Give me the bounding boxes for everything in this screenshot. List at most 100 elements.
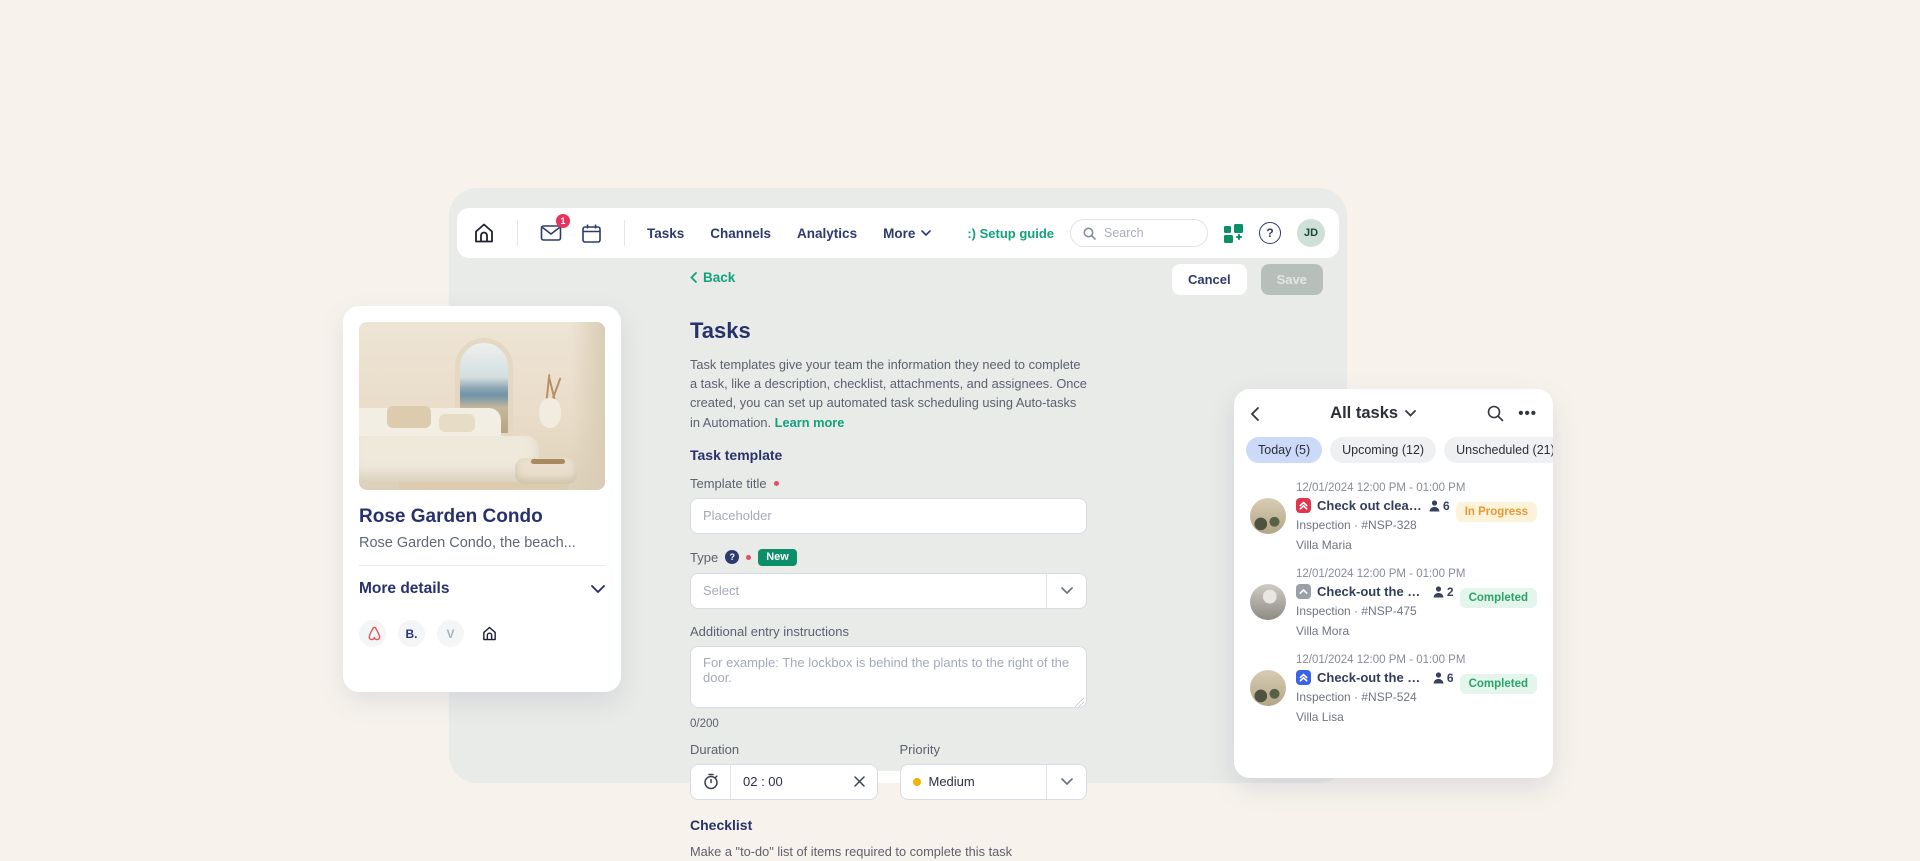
assignee-number: 6 [1447,671,1454,685]
tab-unscheduled[interactable]: Unscheduled (21) [1444,437,1553,463]
tasks-panel-header: All tasks ••• [1234,389,1553,433]
priority-urgent-icon [1296,498,1311,513]
learn-more-link[interactable]: Learn more [775,415,845,430]
assignee-count: 6 [1429,499,1450,513]
property-title: Rose Garden Condo [359,506,605,528]
priority-normal-icon [1296,584,1311,599]
help-icon[interactable]: ? [1259,222,1281,244]
property-thumbnail [1250,670,1286,706]
assignee-number: 6 [1443,499,1450,513]
duration-value: 02 : 00 [731,774,842,789]
assignee-count: 6 [1433,671,1454,685]
calendar-icon[interactable] [578,220,604,246]
task-datetime: 12/01/2024 12:00 PM - 01:00 PM [1296,568,1537,580]
type-select[interactable]: Select [690,573,1087,609]
task-title: Check-out the apart... [1317,584,1427,599]
more-details-label: More details [359,580,449,598]
booking-label: B. [406,627,418,641]
priority-value-wrap: Medium [901,774,1047,789]
info-icon[interactable]: ? [725,550,739,564]
task-datetime: 12/01/2024 12:00 PM - 01:00 PM [1296,482,1537,494]
back-button[interactable]: Back [690,270,735,285]
status-badge: Completed [1460,674,1537,694]
nav-item-tasks[interactable]: Tasks [647,226,684,241]
section-title: Task template [690,447,1087,463]
task-title: Check-out the apart... [1317,670,1427,685]
duration-priority-row: Duration 02 : 00 Priority [690,742,1087,800]
instructions-label: Additional entry instructions [690,624,849,639]
assignee-count: 2 [1433,585,1454,599]
divider [359,565,605,566]
char-counter: 0/200 [690,718,1087,730]
priority-value: Medium [929,774,975,789]
type-label-row: Type ? New [690,549,1087,566]
nav-menu: Tasks Channels Analytics More [647,226,931,241]
template-title-input[interactable] [690,498,1087,534]
page-title: Tasks [690,318,1087,344]
all-tasks-dropdown[interactable]: All tasks [1259,404,1487,423]
user-avatar[interactable]: JD [1297,219,1325,247]
checklist-title: Checklist [690,817,1087,833]
task-list-item[interactable]: 12/01/2024 12:00 PM - 01:00 PM Check-out… [1234,559,1553,645]
person-icon [1433,672,1444,684]
search-input[interactable] [1104,226,1194,240]
instructions-textarea-wrap [690,646,1087,713]
apps-grid-icon[interactable] [1224,224,1243,243]
vrbo-label: V [446,627,454,641]
priority-medium-dot-icon [913,778,921,786]
save-button[interactable]: Save [1261,264,1323,295]
person-icon [1433,586,1444,598]
property-photo [359,322,605,490]
back-chevron-icon[interactable] [1250,407,1259,421]
tasks-panel-title: All tasks [1330,404,1398,423]
home-icon[interactable] [471,220,497,246]
search-box[interactable] [1070,219,1208,247]
task-list-item[interactable]: 12/01/2024 12:00 PM - 01:00 PM Check out… [1234,473,1553,559]
chevron-down-icon [921,230,931,236]
tasks-panel-actions: ••• [1487,405,1537,422]
tab-today[interactable]: Today (5) [1246,437,1322,463]
instructions-textarea[interactable] [690,646,1087,708]
screen: 1 Tasks Channels Analytics More :) Setup… [0,0,1920,799]
duration-input[interactable]: 02 : 00 [690,764,878,800]
property-card: Rose Garden Condo Rose Garden Condo, the… [343,306,621,692]
priority-label: Priority [900,742,940,757]
template-title-label: Template title [690,476,767,491]
nav-divider [624,220,625,246]
vrbo-icon[interactable]: V [437,620,464,647]
inbox-badge: 1 [556,214,570,228]
task-category: Inspection · #NSP-475 [1296,604,1454,618]
platform-icons-row: B. V [359,620,605,647]
setup-guide-link[interactable]: :) Setup guide [967,226,1054,241]
property-thumbnail [1250,584,1286,620]
nav-item-more[interactable]: More [883,226,931,241]
priority-select[interactable]: Medium [900,764,1088,800]
more-details-toggle[interactable]: More details [359,580,605,598]
nav-item-channels[interactable]: Channels [710,226,771,241]
task-category: Inspection · #NSP-328 [1296,518,1450,532]
tab-upcoming[interactable]: Upcoming (12) [1330,437,1436,463]
required-asterisk [746,555,751,560]
property-subtitle: Rose Garden Condo, the beach... [359,535,605,551]
duration-label: Duration [690,742,739,757]
inbox-icon[interactable]: 1 [538,220,564,246]
cancel-button[interactable]: Cancel [1172,264,1247,295]
nav-right-group: :) Setup guide ? JD [967,219,1325,247]
duration-label-row: Duration [690,742,878,757]
clear-icon[interactable] [842,776,877,787]
direct-site-icon[interactable] [476,620,503,647]
airbnb-icon[interactable] [359,620,386,647]
assignee-number: 2 [1447,585,1454,599]
top-navbar: 1 Tasks Channels Analytics More :) Setup… [457,208,1339,258]
task-property: Villa Maria [1296,538,1450,552]
task-template-form: Tasks Task templates give your team the … [690,318,1087,861]
chevron-left-icon [690,272,697,283]
nav-item-more-label: More [883,226,915,241]
checklist-description: Make a "to-do" list of items required to… [690,842,1087,861]
task-list-item[interactable]: 12/01/2024 12:00 PM - 01:00 PM Check-out… [1234,645,1553,731]
booking-icon[interactable]: B. [398,620,425,647]
task-category: Inspection · #NSP-524 [1296,690,1454,704]
search-icon[interactable] [1487,405,1504,422]
nav-item-analytics[interactable]: Analytics [797,226,857,241]
more-options-icon[interactable]: ••• [1518,405,1537,422]
